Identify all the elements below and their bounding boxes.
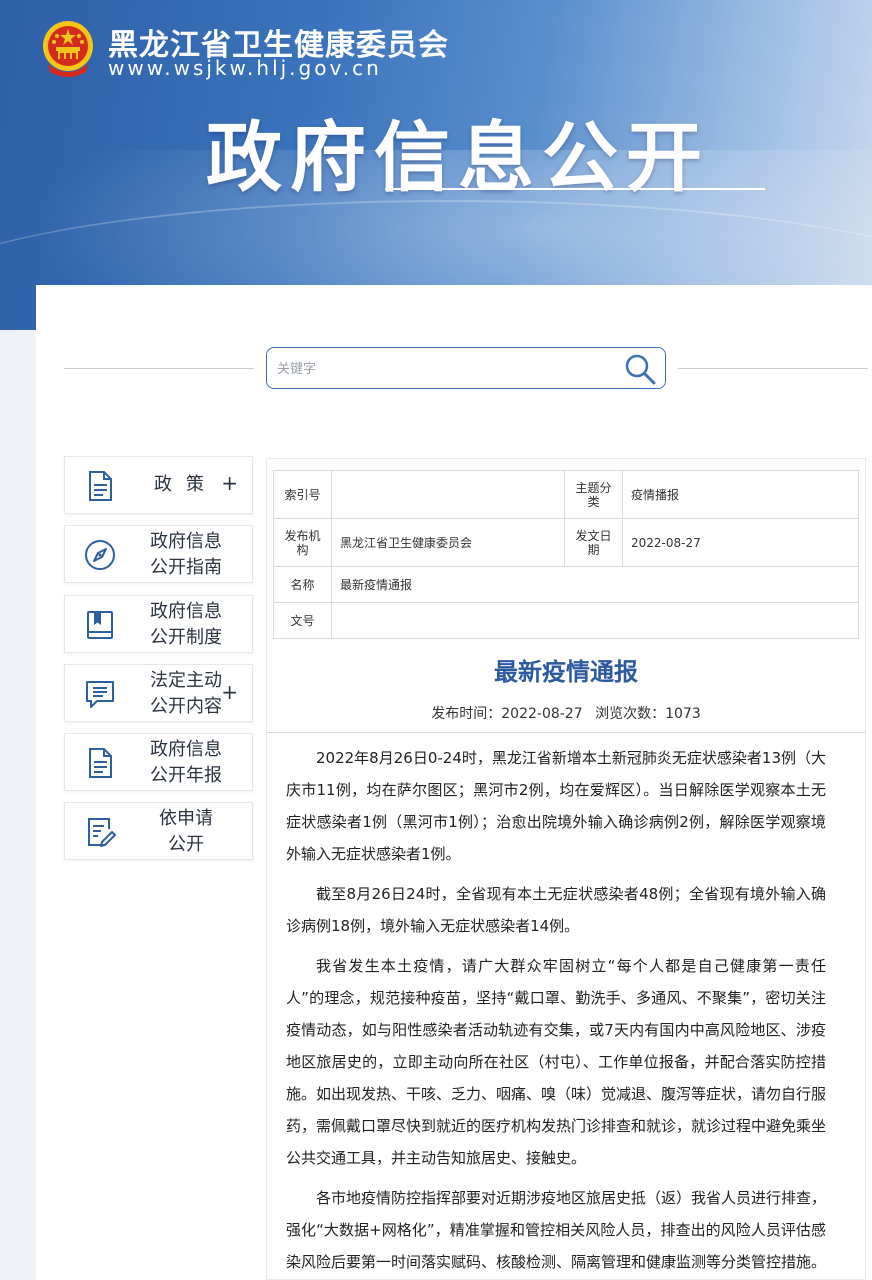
view-count: 浏览次数：1073 xyxy=(595,706,701,722)
search-icon[interactable] xyxy=(623,352,657,386)
sidebar-item-system[interactable]: 政府信息 公开制度 xyxy=(64,595,253,653)
publish-time: 发布时间：2022-08-27 xyxy=(431,706,583,722)
sidebar-item-label: 政府信息 公开年报 xyxy=(150,739,222,786)
publish-info: 发布时间：2022-08-27 浏览次数：1073 xyxy=(266,703,866,723)
sidebar-item-label: 依申请 公开 xyxy=(159,808,213,855)
sidebar-item-label: 政府信息 公开制度 xyxy=(150,601,222,648)
name-label: 名称 xyxy=(273,566,332,603)
report-icon xyxy=(89,748,112,778)
issuer-value: 黑龙江省卫生健康委员会 xyxy=(331,518,565,567)
sidebar-item-annual-report[interactable]: 政府信息 公开年报 xyxy=(64,733,253,791)
article-body: 2022年8月26日0-24时，黑龙江省新增本土新冠肺炎无症状感染者13例（大庆… xyxy=(286,742,826,1280)
table-row: 发布机构 黑龙江省卫生健康委员会 发文日期 2022-08-27 xyxy=(273,518,859,567)
article-title: 最新疫情通报 xyxy=(494,658,638,686)
table-row: 名称 最新疫情通报 xyxy=(273,566,859,603)
sidebar-item-label: 政府信息 公开指南 xyxy=(150,531,222,578)
sidebar-item-policy[interactable]: 政策 + xyxy=(64,456,253,514)
article-paragraph: 截至8月26日24时，全省现有本土无症状感染者48例；全省现有境外输入确诊病例1… xyxy=(286,885,826,935)
sidebar-item-guide[interactable]: 政府信息 公开指南 xyxy=(64,525,253,583)
topic-label: 主题分类 xyxy=(564,470,623,519)
expand-plus-icon[interactable]: + xyxy=(221,471,238,495)
topic-value: 疫情播报 xyxy=(622,470,859,519)
header-banner: 黑龙江省卫生健康委员会 www.wsjkw.hlj.gov.cn 政府信息公开 xyxy=(0,0,872,330)
date-value: 2022-08-27 xyxy=(622,518,859,567)
national-emblem-icon xyxy=(43,21,93,77)
search-divider-right xyxy=(678,368,868,369)
divider xyxy=(266,732,866,733)
chat-list-icon xyxy=(86,681,114,708)
article-paragraph: 2022年8月26日0-24时，黑龙江省新增本土新冠肺炎无症状感染者13例（大庆… xyxy=(286,749,826,863)
book-icon xyxy=(87,611,113,639)
sidebar-item-statutory[interactable]: 法定主动 公开内容 + xyxy=(64,664,253,722)
article-paragraph: 我省发生本土疫情，请广大群众牢固树立“每个人都是自己健康第一责任人”的理念，规范… xyxy=(286,957,827,1167)
table-row: 索引号 主题分类 疫情播报 xyxy=(273,470,859,519)
name-value: 最新疫情通报 xyxy=(331,566,859,603)
document-meta-table: 索引号 主题分类 疫情播报 发布机构 黑龙江省卫生健康委员会 发文日期 2022… xyxy=(273,470,859,639)
edit-form-icon xyxy=(88,818,116,847)
index-value xyxy=(331,470,565,519)
table-row: 文号 xyxy=(273,602,859,639)
doc-no-value xyxy=(331,602,859,639)
document-icon xyxy=(89,471,112,501)
compass-icon xyxy=(85,540,115,570)
search-input[interactable] xyxy=(277,358,607,380)
expand-plus-icon[interactable]: + xyxy=(221,680,238,704)
issuer-label: 发布机构 xyxy=(273,518,332,567)
search-box xyxy=(266,347,666,389)
sidebar-item-on-request[interactable]: 依申请 公开 xyxy=(64,802,253,860)
article-paragraph: 各市地疫情防控指挥部要对近期涉疫地区旅居史抵（返）我省人员进行排查，强化“大数据… xyxy=(286,1189,827,1271)
index-label: 索引号 xyxy=(273,470,332,519)
title-underline xyxy=(385,188,765,190)
doc-no-label: 文号 xyxy=(273,602,332,639)
search-divider-left xyxy=(64,368,254,369)
site-url: www.wsjkw.hlj.gov.cn xyxy=(108,56,382,80)
date-label: 发文日期 xyxy=(564,518,623,567)
